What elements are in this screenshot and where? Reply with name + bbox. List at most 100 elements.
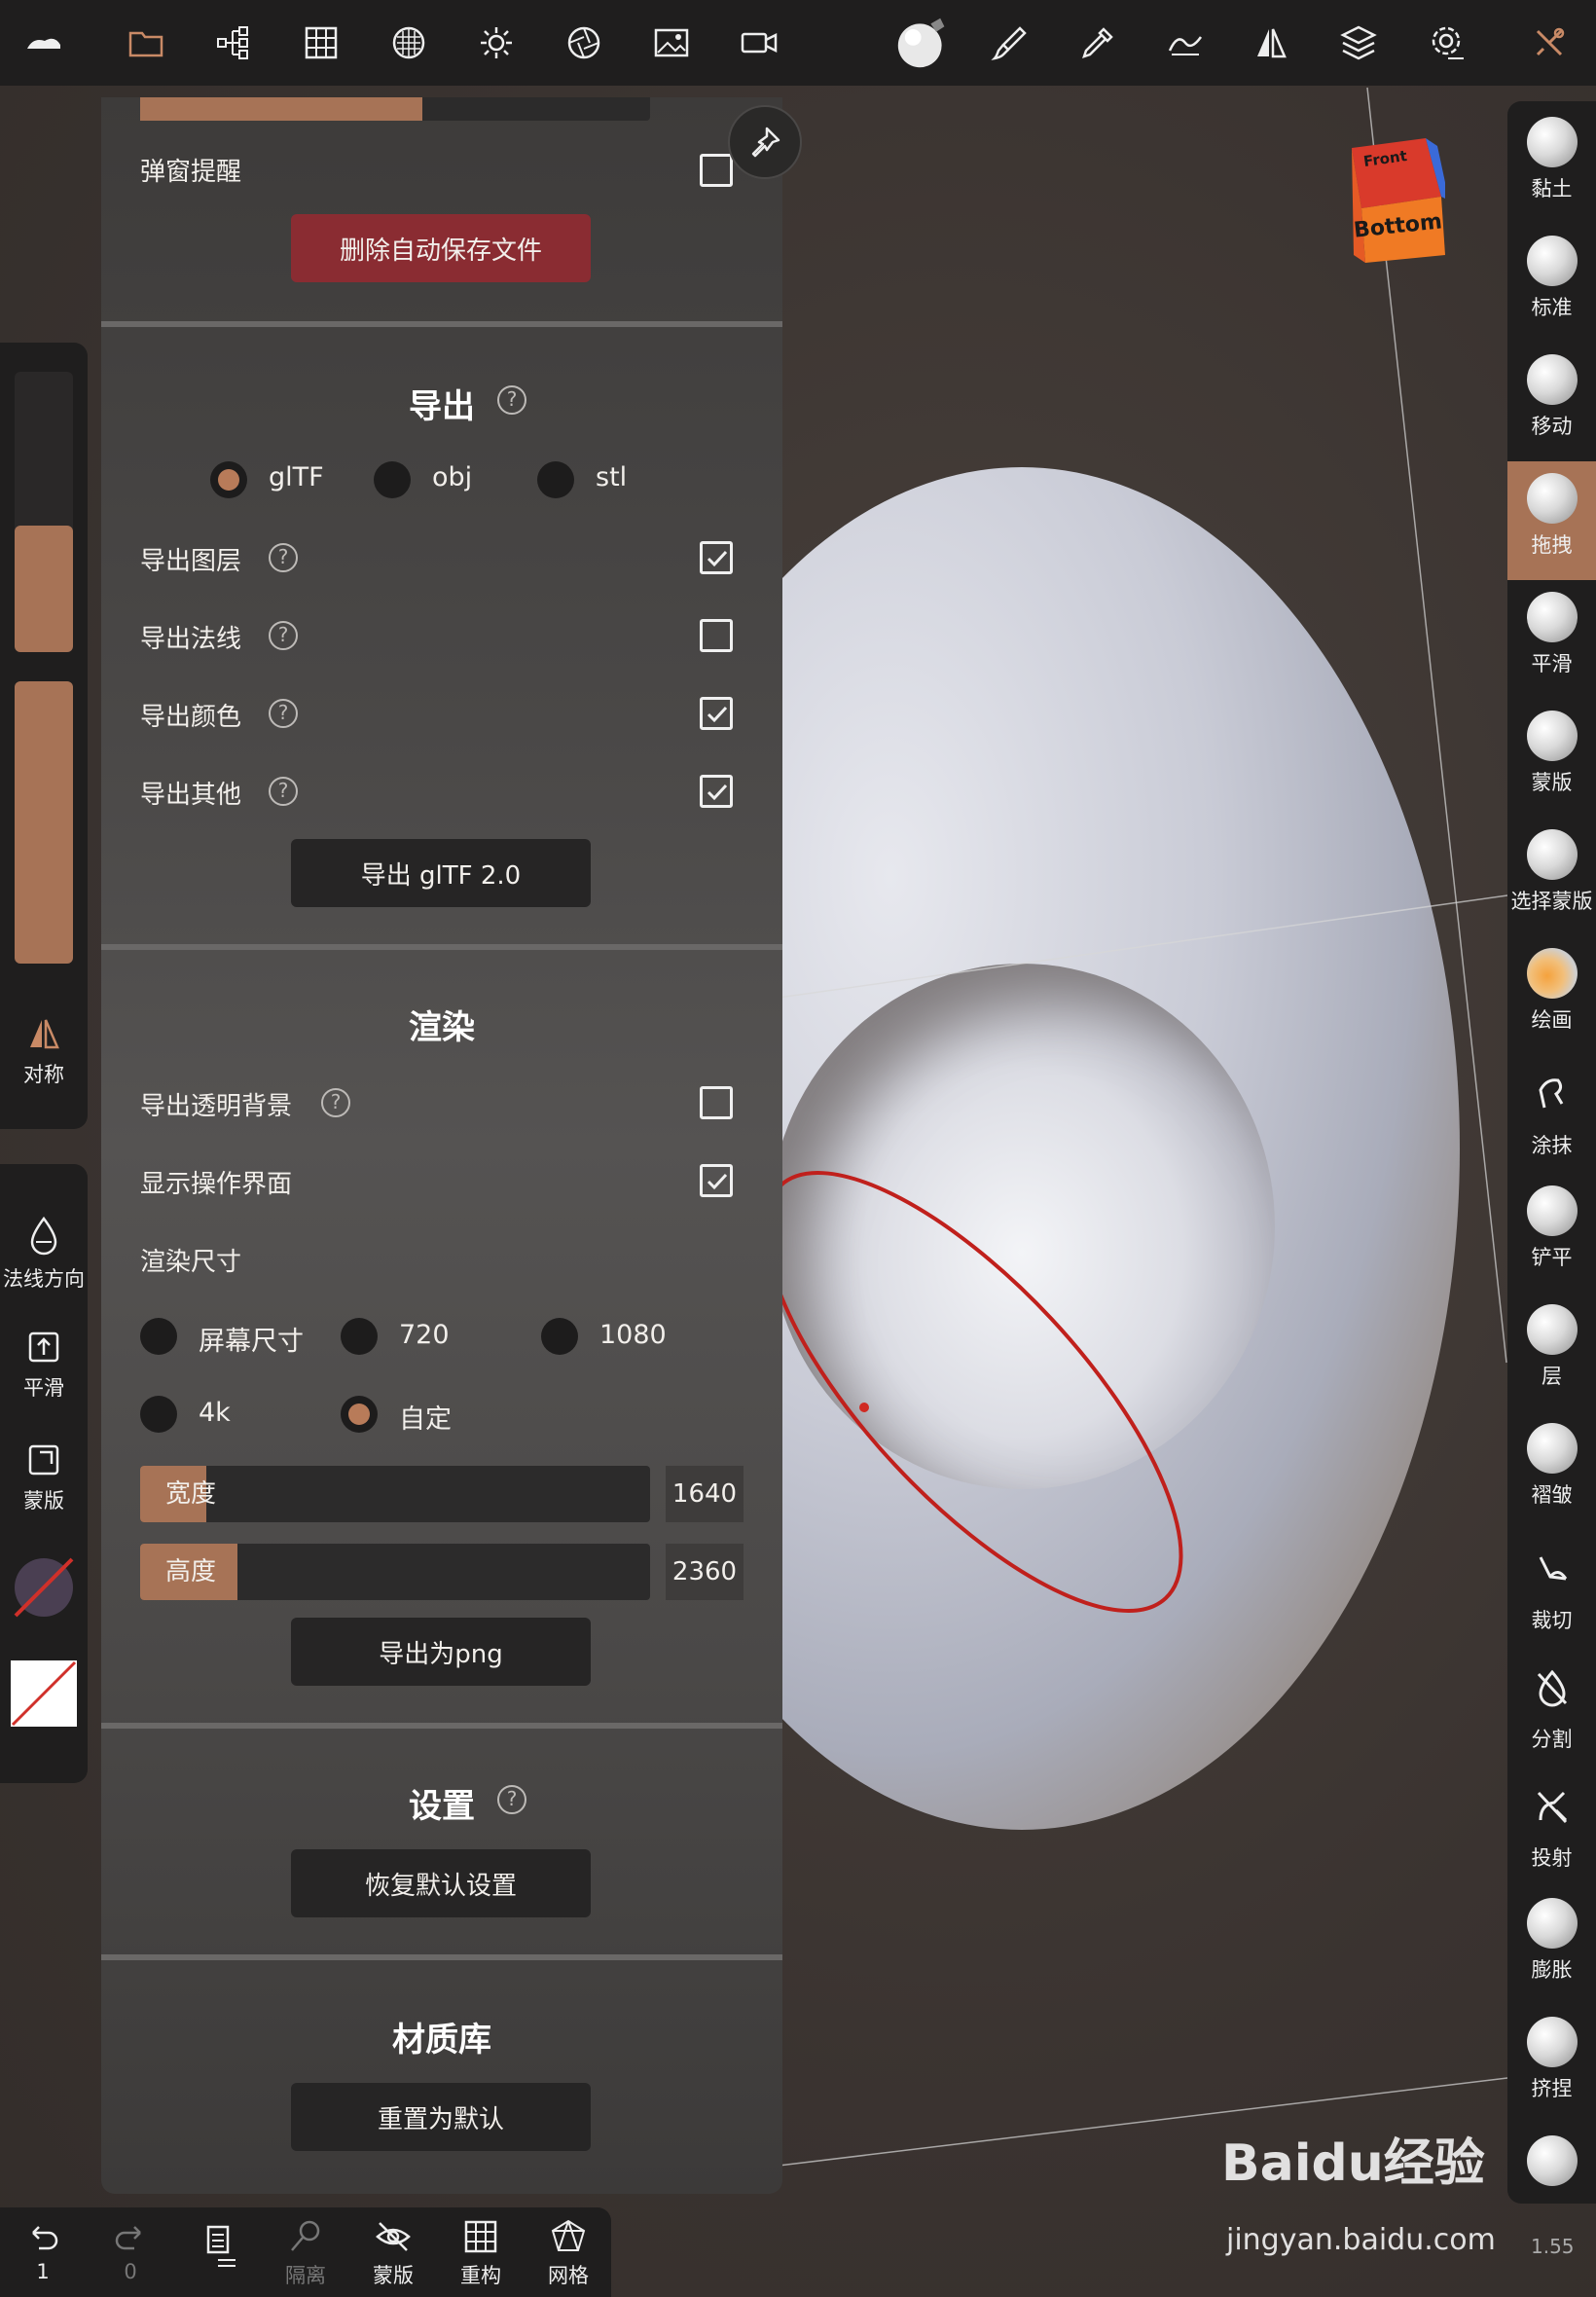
export-layers-checkbox[interactable] (700, 541, 733, 574)
flatten-brush-icon (1526, 1185, 1578, 1236)
brush-smooth[interactable]: 平滑 (1507, 580, 1596, 699)
export-other-checkbox[interactable] (700, 775, 733, 808)
pin-panel-button[interactable] (728, 105, 802, 179)
transparent-bg-checkbox[interactable] (700, 1086, 733, 1119)
symmetry-toggle[interactable]: 对称 (0, 1014, 88, 1088)
height-value[interactable]: 2360 (666, 1544, 744, 1600)
brush-label: 膨胀 (1531, 1958, 1573, 1982)
mask-icon (28, 1444, 59, 1476)
export-normals-label: 导出法线 (140, 625, 242, 654)
brush-icon[interactable] (981, 14, 1039, 72)
help-icon[interactable]: ? (497, 1785, 526, 1814)
render-title: 渲染 (409, 1008, 475, 1047)
export-colors-checkbox[interactable] (700, 697, 733, 730)
symmetry-icon[interactable] (1242, 14, 1300, 72)
restore-defaults-button[interactable]: 恢复默认设置 (291, 1849, 591, 1917)
brush-layer[interactable]: 层 (1507, 1293, 1596, 1411)
brush-standard[interactable]: 标准 (1507, 224, 1596, 343)
brush-trim[interactable]: 裁切 (1507, 1530, 1596, 1649)
smooth-toggle[interactable]: 平滑 (0, 1328, 88, 1402)
show-ui-checkbox[interactable] (700, 1164, 733, 1197)
brush-drag[interactable]: 拖拽 (1507, 461, 1596, 580)
format-radio-gltf[interactable] (210, 461, 247, 498)
export-normals-checkbox[interactable] (700, 619, 733, 652)
mask-toggle[interactable]: 蒙版 (0, 1440, 88, 1514)
brush-select-mask[interactable]: 选择蒙版 (1507, 818, 1596, 936)
color-swatch[interactable] (0, 1659, 88, 1734)
nav-cube[interactable]: Front Bottom (1348, 138, 1449, 263)
size-radio-custom[interactable] (341, 1396, 378, 1433)
brush-pinch[interactable]: 挤捏 (1507, 2005, 1596, 2124)
brush-crease[interactable]: 褶皱 (1507, 1411, 1596, 1530)
help-icon[interactable]: ? (269, 621, 298, 650)
brush-move[interactable]: 移动 (1507, 343, 1596, 461)
help-icon[interactable]: ? (321, 1088, 350, 1117)
delete-autosave-button[interactable]: 删除自动保存文件 (291, 214, 591, 282)
tools-icon[interactable] (1520, 14, 1578, 72)
brush-smudge[interactable]: 涂抹 (1507, 1055, 1596, 1174)
popup-reminder-checkbox[interactable] (700, 154, 733, 187)
brush-inflate[interactable]: 膨胀 (1507, 1886, 1596, 2005)
logo-icon[interactable] (14, 14, 72, 72)
more-brush-icon (1526, 2135, 1578, 2186)
size-radio-screen[interactable] (140, 1318, 177, 1355)
brush-paint[interactable]: 绘画 (1507, 936, 1596, 1055)
light-icon[interactable] (467, 14, 526, 72)
format-radio-obj[interactable] (374, 461, 411, 498)
help-icon[interactable]: ? (269, 543, 298, 572)
brush-label: 铲平 (1531, 1246, 1573, 1269)
undo-button[interactable]: 1 (4, 2217, 82, 2283)
menu-button[interactable] (179, 2217, 257, 2276)
camera-icon[interactable] (730, 14, 788, 72)
export-png-button[interactable]: 导出为png (291, 1618, 591, 1686)
scene-tree-icon[interactable] (204, 14, 263, 72)
material-sphere-icon[interactable] (893, 14, 952, 72)
format-radio-stl[interactable] (537, 461, 574, 498)
isolate-button[interactable]: 隔离 (267, 2217, 345, 2289)
mesh-button[interactable]: 网格 (529, 2217, 607, 2289)
show-ui-label: 显示操作界面 (140, 1170, 293, 1199)
material-swatch[interactable] (0, 1553, 88, 1627)
size-radio-1080[interactable] (541, 1318, 578, 1355)
remesh-button[interactable]: 重构 (442, 2217, 520, 2289)
help-icon[interactable]: ? (497, 385, 526, 415)
divider (101, 321, 782, 327)
brush-flatten[interactable]: 铲平 (1507, 1174, 1596, 1293)
select-mask-brush-icon (1526, 829, 1578, 880)
brush-more[interactable] (1507, 2124, 1596, 2204)
size-radio-4k[interactable] (140, 1396, 177, 1433)
help-icon[interactable]: ? (269, 699, 298, 728)
height-slider[interactable]: 高度 (140, 1544, 650, 1600)
stroke-icon[interactable] (1156, 14, 1215, 72)
brush-project[interactable]: 投射 (1507, 1768, 1596, 1886)
brush-split[interactable]: 分割 (1507, 1649, 1596, 1768)
brush-clay[interactable]: 黏土 (1507, 105, 1596, 224)
width-value[interactable]: 1640 (666, 1466, 744, 1522)
redo-button[interactable]: 0 (91, 2217, 169, 2283)
radius-slider[interactable] (15, 372, 73, 652)
export-layers-label: 导出图层 (140, 547, 242, 576)
paint-brush-icon (1526, 948, 1578, 999)
brush-mask[interactable]: 蒙版 (1507, 699, 1596, 818)
reset-materials-button[interactable]: 重置为默认 (291, 2083, 591, 2151)
normal-direction-toggle[interactable]: 法线方向 (0, 1215, 88, 1293)
aperture-icon[interactable] (555, 14, 613, 72)
topology-icon[interactable] (380, 14, 438, 72)
grid-icon[interactable] (292, 14, 350, 72)
brush-label: 平滑 (1531, 652, 1573, 675)
intensity-slider[interactable] (15, 681, 73, 964)
image-icon[interactable] (642, 14, 701, 72)
material-section-title: 材质库 (101, 2013, 782, 2060)
dropper-icon[interactable] (1069, 14, 1127, 72)
mask-visibility-button[interactable]: 蒙版 (354, 2217, 432, 2289)
help-icon[interactable]: ? (269, 777, 298, 806)
width-slider[interactable]: 宽度 (140, 1466, 650, 1522)
brush-radius-ellipse (763, 1171, 1183, 1613)
layers-icon[interactable] (1329, 14, 1388, 72)
left-slider-panel: 对称 (0, 343, 88, 1129)
settings-icon[interactable] (1417, 14, 1475, 72)
width-label: 宽度 (164, 1479, 216, 1509)
size-radio-720[interactable] (341, 1318, 378, 1355)
folder-icon[interactable] (117, 14, 175, 72)
export-gltf-button[interactable]: 导出 glTF 2.0 (291, 839, 591, 907)
